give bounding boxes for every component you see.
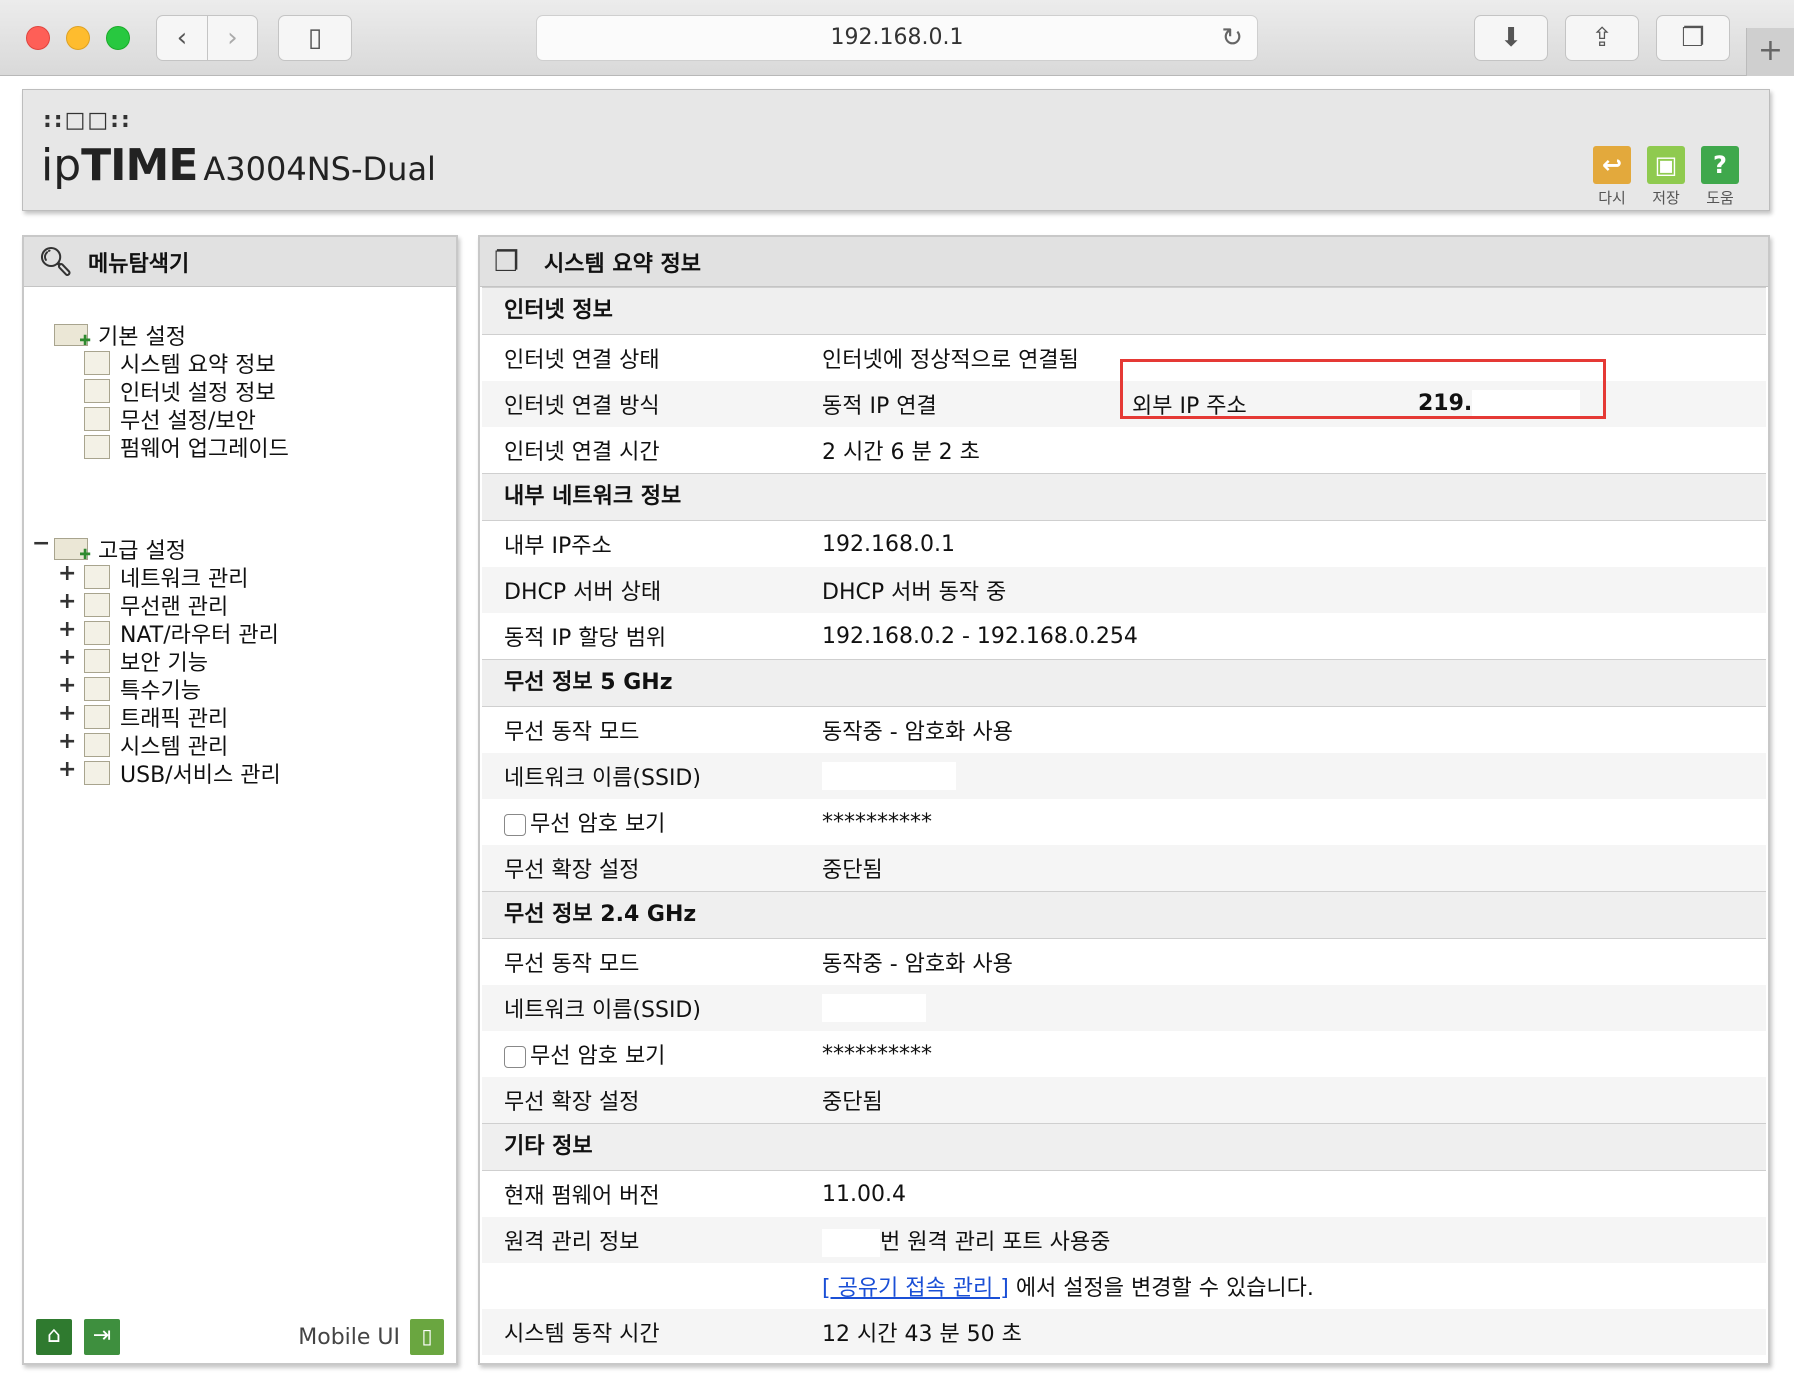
redo-button[interactable]: ↩ 다시	[1591, 146, 1633, 208]
row-dhcp-status: DHCP 서버 상태 DHCP 서버 동작 중	[482, 567, 1766, 613]
collapse-advanced-icon[interactable]: −	[32, 531, 50, 556]
row-internet-status: 인터넷 연결 상태 인터넷에 정상적으로 연결됨	[504, 348, 1079, 373]
traffic-chart-icon	[84, 705, 110, 729]
minimize-window-button[interactable]	[66, 26, 90, 50]
usb-icon	[84, 761, 110, 785]
menu-explorer-header: 🔍︎ 메뉴탐색기	[24, 237, 456, 287]
expand-icon[interactable]: +	[58, 729, 76, 754]
redo-icon: ↩	[1593, 146, 1631, 184]
section-other: 기타 정보	[482, 1123, 1766, 1171]
menu-explorer: 🔍︎ 메뉴탐색기 ✚ 기본 설정 시스템 요약 정보 인터넷 설정 정보 무선 …	[22, 235, 458, 1365]
chart-icon	[84, 351, 110, 375]
expand-icon[interactable]: +	[58, 757, 76, 782]
row-system-uptime: 시스템 동작 시간 12 시간 43 분 50 초	[482, 1309, 1766, 1355]
download-icon[interactable]: ⬇	[1474, 15, 1548, 61]
sidebar-toggle-icon[interactable]: ▯	[278, 15, 352, 61]
url-text: 192.168.0.1	[830, 25, 964, 50]
external-ip-value: 219.	[1418, 390, 1581, 418]
section-wifi-5ghz: 무선 정보 5 GHz	[482, 659, 1766, 707]
row-firmware-version: 현재 펌웨어 버전 11.00.4	[504, 1181, 906, 1210]
row-wifi5-ssid: 네트워크 이름(SSID)	[482, 753, 1766, 799]
nav-buttons: ‹ ›	[156, 15, 258, 61]
row-lan-ip: 내부 IP주소 192.168.0.1	[504, 531, 955, 560]
upgrade-icon	[84, 435, 110, 459]
monitor-icon	[84, 379, 110, 403]
home-icon[interactable]: ⌂	[36, 1319, 72, 1355]
redaction	[822, 994, 926, 1022]
router-access-link[interactable]: [ 공유기 접속 관리 ]	[822, 1276, 1009, 1301]
redaction	[822, 1228, 880, 1257]
router-page: ::□□:: ipTIME A3004NS-Dual ↩ 다시 ▣ 저장 ? 도움…	[0, 77, 1794, 1384]
expand-icon[interactable]: +	[58, 645, 76, 670]
expand-icon[interactable]: +	[58, 561, 76, 586]
redaction	[1472, 390, 1581, 418]
folder-icon: ✚	[54, 538, 91, 563]
show-password-checkbox-5ghz[interactable]	[504, 814, 526, 836]
reload-icon[interactable]: ↻	[1221, 16, 1243, 60]
row-wifi5-mode: 무선 동작 모드 동작중 - 암호화 사용	[504, 720, 1013, 745]
row-wifi24-password: 무선 암호 보기 **********	[482, 1031, 1766, 1077]
row-wifi24-extension: 무선 확장 설정 중단됨	[482, 1077, 1766, 1123]
model-name: A3004NS-Dual	[203, 150, 436, 188]
section-internet: 인터넷 정보	[482, 287, 1766, 335]
share-icon[interactable]: ⇪	[1565, 15, 1639, 61]
row-remote-hint: [ 공유기 접속 관리 ] 에서 설정을 변경할 수 있습니다.	[822, 1276, 1314, 1301]
expand-icon[interactable]: +	[58, 701, 76, 726]
logo: ipTIME A3004NS-Dual	[41, 140, 436, 191]
wifi-icon	[84, 407, 110, 431]
router-header: ::□□:: ipTIME A3004NS-Dual ↩ 다시 ▣ 저장 ? 도움	[22, 89, 1770, 211]
browser-toolbar: ‹ › ▯ 192.168.0.1 ↻ ⬇ ⇪ ❐ +	[0, 0, 1794, 76]
folder-icon: ✚	[54, 324, 91, 349]
save-button[interactable]: ▣ 저장	[1645, 146, 1687, 208]
row-internet-time: 인터넷 연결 시간 2 시간 6 분 2 초	[504, 440, 980, 465]
router-icon	[84, 621, 110, 645]
row-remote-management: 원격 관리 정보 번 원격 관리 포트 사용중	[482, 1217, 1766, 1263]
section-wifi-24ghz: 무선 정보 2.4 GHz	[482, 891, 1766, 939]
expand-icon[interactable]: +	[58, 673, 76, 698]
chart-icon	[84, 733, 110, 757]
help-icon: ?	[1701, 146, 1739, 184]
logo-mark: ::□□::	[43, 108, 132, 133]
row-internet-method: 인터넷 연결 방식 동적 IP 연결 외부 IP 주소 219.	[482, 381, 1766, 427]
row-wifi24-mode: 무선 동작 모드 동작중 - 암호화 사용	[504, 952, 1013, 977]
mobile-icon[interactable]: ▯	[410, 1319, 444, 1355]
zoom-window-button[interactable]	[106, 26, 130, 50]
expand-icon[interactable]: +	[58, 617, 76, 642]
mobile-ui-link[interactable]: Mobile UI	[298, 1325, 400, 1350]
row-wifi5-extension: 무선 확장 설정 중단됨	[482, 845, 1766, 891]
logout-icon[interactable]: ⇥	[84, 1319, 120, 1355]
menu-item-usb-service[interactable]: USB/서비스 관리	[84, 757, 281, 789]
row-dhcp-range: 동적 IP 할당 범위 192.168.0.2 - 192.168.0.254	[504, 623, 1138, 652]
address-bar[interactable]: 192.168.0.1 ↻	[536, 15, 1258, 61]
menu-footer: ⌂ ⇥ Mobile UI ▯	[32, 1319, 448, 1357]
lock-icon	[84, 649, 110, 673]
search-icon: 🔍︎	[38, 245, 74, 278]
section-lan: 내부 네트워크 정보	[482, 473, 1766, 521]
close-window-button[interactable]	[26, 26, 50, 50]
system-summary-header: ❐ 시스템 요약 정보	[480, 237, 1768, 287]
show-password-checkbox-24ghz[interactable]	[504, 1046, 526, 1068]
grid-icon	[84, 677, 110, 701]
tabs-overview-icon[interactable]: ❐	[1656, 15, 1730, 61]
external-ip-label: 외부 IP 주소	[1132, 394, 1247, 419]
save-icon: ▣	[1647, 146, 1685, 184]
network-icon	[84, 565, 110, 589]
back-icon[interactable]: ‹	[157, 16, 207, 60]
system-summary-panel: ❐ 시스템 요약 정보 인터넷 정보 인터넷 연결 상태 인터넷에 정상적으로 …	[478, 235, 1770, 1365]
row-wifi24-ssid: 네트워크 이름(SSID)	[482, 985, 1766, 1031]
expand-icon[interactable]: +	[58, 589, 76, 614]
windows-icon: ❐	[494, 245, 520, 278]
redaction	[822, 762, 956, 790]
new-tab-icon[interactable]: +	[1746, 28, 1794, 76]
wifi-icon	[84, 593, 110, 617]
forward-icon[interactable]: ›	[207, 16, 257, 60]
menu-item-firmware-upgrade[interactable]: 펌웨어 업그레이드	[84, 431, 289, 463]
help-button[interactable]: ? 도움	[1699, 146, 1741, 208]
row-wifi5-password: 무선 암호 보기 **********	[482, 799, 1766, 845]
